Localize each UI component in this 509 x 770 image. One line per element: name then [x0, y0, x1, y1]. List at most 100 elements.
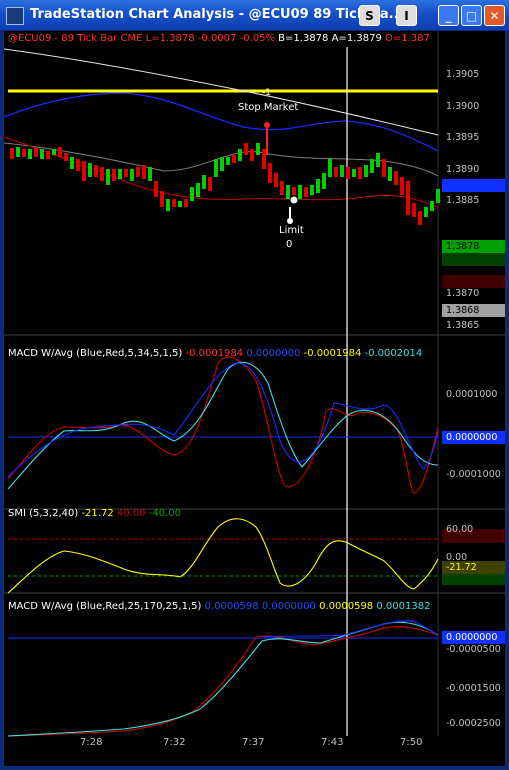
price-bar	[298, 185, 302, 199]
bollinger-upper	[4, 92, 439, 152]
macd1-axis: 0.0001000 0.0000000 -0.0001000	[442, 335, 505, 509]
macd2-label: MACD W/Avg (Blue,Red,25,170,25,1,5)	[8, 601, 202, 612]
symbol-link-button[interactable]: S	[359, 5, 380, 26]
title-bar[interactable]: TradeStation Chart Analysis - @ECU09 89 …	[0, 0, 509, 30]
smi-header: SMI (5,3,2,40) -21.72 40.00 -40.00	[8, 508, 181, 519]
price-bar	[112, 169, 116, 181]
minimize-button[interactable]: _	[438, 5, 459, 26]
macd1-value: -0.0001984	[185, 348, 244, 359]
price-bar	[322, 173, 326, 189]
price-bar	[40, 149, 44, 159]
price-bar	[130, 169, 134, 181]
price-bar	[166, 199, 170, 211]
macd1-tick: -0.0001000	[446, 469, 501, 480]
macd2-cyan-line	[7, 621, 439, 737]
macd1-diff: -0.0001984	[303, 348, 362, 359]
bid-price: B=1.3878	[278, 33, 329, 44]
macd2-zero: 0.0000000	[261, 601, 316, 612]
price-bar	[424, 207, 428, 217]
limit-label: Limit	[279, 225, 304, 236]
price-bar	[16, 147, 20, 157]
price-bar	[46, 151, 50, 159]
limit-order-marker[interactable]	[287, 218, 293, 224]
price-bar	[370, 159, 374, 173]
indicator-link-button[interactable]: I	[396, 5, 417, 26]
limit-qty-label: 0	[286, 239, 293, 250]
smi-lower: -40.00	[148, 508, 181, 519]
close-button[interactable]: ✕	[484, 5, 505, 26]
price-bar	[226, 157, 230, 165]
price-bar	[358, 167, 362, 179]
price-bar	[232, 155, 236, 163]
macd1-blue-line	[7, 362, 439, 478]
price-bar	[100, 167, 104, 181]
price-bar	[238, 149, 242, 161]
price-bar	[70, 157, 74, 169]
stop-order-marker[interactable]	[264, 122, 270, 128]
price-bar	[328, 159, 332, 177]
stop-market-label: Stop Market	[238, 102, 299, 113]
price-bar	[382, 159, 386, 177]
chart-canvas[interactable]	[4, 31, 505, 766]
open-price: O=1.387	[385, 33, 430, 44]
price-bar	[352, 169, 356, 177]
price-bar	[172, 199, 176, 207]
price-bar	[202, 175, 206, 189]
maximize-button[interactable]: □	[461, 5, 482, 26]
price-tick: 1.3895	[446, 132, 480, 143]
price-bar	[406, 181, 410, 215]
chart-area[interactable]: @ECU09 - 89 Tick Bar CME L=1.3878 -0.000…	[4, 31, 505, 766]
macd2-avg: 0.0001382	[376, 601, 431, 612]
price-bar	[64, 153, 68, 161]
price-bar	[340, 165, 344, 177]
chart-window: TradeStation Chart Analysis - @ECU09 89 …	[0, 0, 509, 770]
price-bar	[256, 143, 260, 155]
price-bar	[412, 203, 416, 217]
status-strip	[4, 750, 505, 766]
macd1-zero-tag: 0.0000000	[442, 431, 505, 444]
price-bar	[430, 201, 434, 211]
window-title: TradeStation Chart Analysis - @ECU09 89 …	[30, 7, 404, 22]
price-axis: 1.3905 1.3900 1.3895 1.3890 1.3885 1.387…	[442, 31, 505, 331]
ask-price: A=1.3879	[331, 33, 382, 44]
macd1-avg: -0.0002014	[364, 348, 423, 359]
price-bar	[124, 169, 128, 177]
macd2-zero-tag: 0.0000000	[442, 631, 505, 644]
pct-change: -0.05%	[239, 33, 275, 44]
price-bar	[274, 173, 278, 187]
fill-marker[interactable]	[289, 195, 299, 205]
price-bar	[376, 153, 380, 167]
macd1-label: MACD W/Avg (Blue,Red,5,34,5,1,5)	[8, 348, 183, 359]
time-label: 7:43	[321, 737, 344, 748]
price-bar	[436, 189, 440, 203]
app-icon	[6, 7, 24, 25]
price-bar	[310, 185, 314, 195]
symbol-label: @ECU09 - 89 Tick Bar CME	[8, 33, 143, 44]
smi-value-tag: -21.72	[442, 561, 505, 574]
macd2-tick: -0.0002500	[446, 718, 501, 729]
price-bar	[136, 167, 140, 177]
price-bar	[160, 191, 164, 207]
net-change: -0.0007	[197, 33, 237, 44]
price-bar	[196, 183, 200, 197]
price-header: @ECU09 - 89 Tick Bar CME L=1.3878 -0.000…	[8, 33, 430, 44]
macd2-value: 0.0000598	[204, 601, 259, 612]
smi-tick: 60.00	[446, 524, 474, 535]
macd2-header: MACD W/Avg (Blue,Red,25,170,25,1,5) 0.00…	[8, 601, 430, 612]
macd1-cyan-line	[7, 361, 439, 490]
time-label: 7:28	[80, 737, 103, 748]
price-bar	[280, 181, 284, 195]
price-bar	[58, 147, 62, 157]
macd2-tick: -0.0000500	[446, 644, 501, 655]
macd2-axis: 0.0000000 -0.0000500 -0.0001500 -0.00025…	[442, 593, 505, 736]
price-bar	[262, 149, 266, 169]
price-bar	[106, 169, 110, 185]
macd2-tick: -0.0001500	[446, 683, 501, 694]
price-bar	[178, 201, 182, 207]
price-bar	[52, 149, 56, 155]
price-bar	[400, 177, 404, 195]
price-bar	[148, 167, 152, 181]
smi-label: SMI (5,3,2,40)	[8, 508, 79, 519]
price-bar	[244, 143, 248, 155]
price-bar	[388, 167, 392, 181]
